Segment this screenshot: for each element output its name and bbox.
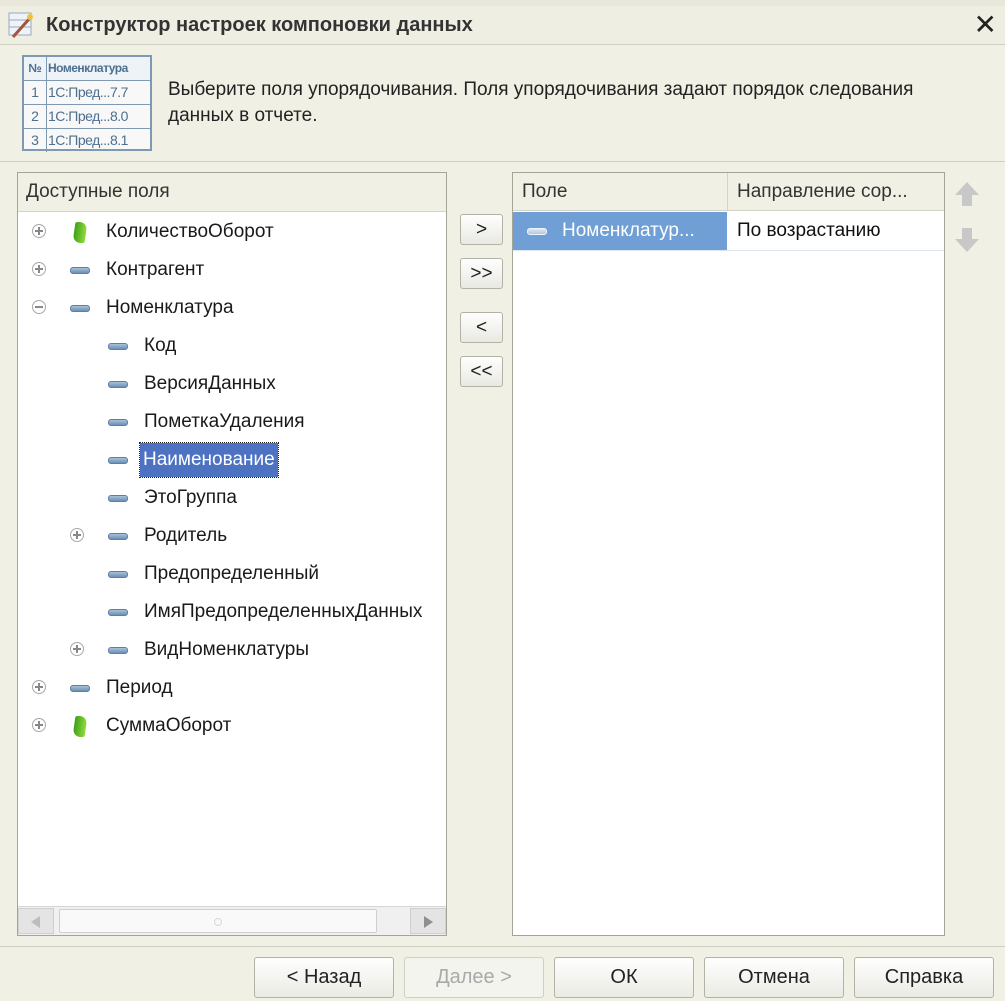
- cancel-button[interactable]: Отмена: [704, 957, 844, 998]
- expand-icon[interactable]: [32, 680, 46, 694]
- collapse-icon[interactable]: [32, 300, 46, 314]
- tree-item[interactable]: ЭтоГруппа: [18, 479, 446, 517]
- scroll-thumb[interactable]: [59, 909, 377, 933]
- field-icon: [108, 647, 128, 654]
- expand-icon[interactable]: [32, 224, 46, 238]
- step-header: № Номенклатура 1 1С:Пред...7.7 2 1С:Пред…: [0, 45, 1005, 162]
- expand-icon[interactable]: [70, 528, 84, 542]
- column-header-direction[interactable]: Направление сор...: [728, 173, 944, 211]
- close-icon[interactable]: ✕: [974, 8, 997, 41]
- tree-item[interactable]: ПометкаУдаления: [18, 403, 446, 441]
- help-button[interactable]: Справка: [854, 957, 994, 998]
- arrow-up-icon[interactable]: [953, 180, 981, 210]
- tree-item-label: ИмяПредопределенныхДанных: [144, 601, 423, 622]
- add-field-button[interactable]: >: [460, 214, 503, 245]
- footer-divider: [0, 946, 1005, 947]
- step-description: Выберите поля упорядочивания. Поля упоря…: [168, 79, 914, 126]
- tree-item-label: Предопределенный: [144, 563, 319, 584]
- order-fields-panel[interactable]: Поле Направление сор... Номенклатур... П…: [512, 172, 945, 936]
- tree-item[interactable]: Предопределенный: [18, 555, 446, 593]
- tree-item[interactable]: СуммаОборот: [18, 707, 446, 745]
- expand-icon[interactable]: [32, 718, 46, 732]
- tree-item-label: ВерсияДанных: [144, 373, 276, 394]
- tree-item[interactable]: ВидНоменклатуры: [18, 631, 446, 669]
- add-all-fields-button[interactable]: >>: [460, 258, 503, 289]
- field-icon: [108, 495, 128, 502]
- order-row-direction[interactable]: По возрастанию: [737, 212, 881, 250]
- tree-item-label: Период: [106, 677, 173, 698]
- tree-item[interactable]: ИмяПредопределенныхДанных: [18, 593, 446, 631]
- tree-item-label: ПометкаУдаления: [144, 411, 305, 432]
- back-button[interactable]: < Назад: [254, 957, 394, 998]
- wand-icon: [8, 12, 33, 39]
- tree-item-label: Номенклатура: [106, 297, 234, 318]
- tree-item[interactable]: КоличествоОборот: [18, 213, 446, 251]
- field-icon: [108, 457, 128, 464]
- scroll-right-icon[interactable]: [410, 908, 446, 934]
- available-fields-header: Доступные поля: [18, 173, 446, 212]
- field-icon: [527, 228, 547, 235]
- field-icon: [108, 533, 128, 540]
- resource-icon: [72, 716, 88, 737]
- tree-item[interactable]: Код: [18, 327, 446, 365]
- arrow-down-icon[interactable]: [953, 226, 981, 256]
- ordering-illustration-icon: № Номенклатура 1 1С:Пред...7.7 2 1С:Пред…: [22, 55, 152, 152]
- expand-icon[interactable]: [70, 642, 84, 656]
- available-fields-panel[interactable]: Доступные поля КоличествоОборот Контраген…: [17, 172, 447, 936]
- next-button[interactable]: Далее >: [404, 957, 544, 998]
- window-title: Конструктор настроек компоновки данных: [46, 14, 473, 36]
- field-icon: [108, 381, 128, 388]
- tree-item-label: Наименование: [139, 442, 279, 478]
- field-icon: [108, 571, 128, 578]
- tree-item-label: Контрагент: [106, 259, 205, 280]
- tree-item-label: ВидНоменклатуры: [144, 639, 309, 660]
- tree-item[interactable]: Наименование: [18, 441, 446, 479]
- field-icon: [70, 267, 90, 274]
- scroll-left-icon[interactable]: [18, 908, 54, 934]
- tree-item-label: Родитель: [144, 525, 228, 546]
- tree-item-label: Код: [144, 335, 177, 356]
- remove-field-button[interactable]: <: [460, 312, 503, 343]
- tree-item[interactable]: Родитель: [18, 517, 446, 555]
- tree-item[interactable]: Контрагент: [18, 251, 446, 289]
- tree-item[interactable]: ВерсияДанных: [18, 365, 446, 403]
- expand-icon[interactable]: [32, 262, 46, 276]
- order-row[interactable]: Номенклатур... По возрастанию: [513, 212, 944, 251]
- field-icon: [108, 419, 128, 426]
- field-icon: [108, 609, 128, 616]
- order-row-field[interactable]: Номенклатур...: [513, 212, 727, 250]
- tree-item[interactable]: Период: [18, 669, 446, 707]
- column-header-field[interactable]: Поле: [513, 173, 728, 211]
- ok-button[interactable]: ОК: [554, 957, 694, 998]
- field-icon: [70, 305, 90, 312]
- resource-icon: [72, 222, 88, 243]
- remove-all-fields-button[interactable]: <<: [460, 356, 503, 387]
- horizontal-scrollbar[interactable]: [18, 906, 446, 935]
- tree-item[interactable]: Номенклатура: [18, 289, 446, 327]
- field-icon: [108, 343, 128, 350]
- field-icon: [70, 685, 90, 692]
- tree-item-label: СуммаОборот: [106, 715, 232, 736]
- tree-item-label: ЭтоГруппа: [144, 487, 237, 508]
- title-bar: Конструктор настроек компоновки данных ✕: [0, 6, 1005, 45]
- tree-item-label: КоличествоОборот: [106, 221, 274, 242]
